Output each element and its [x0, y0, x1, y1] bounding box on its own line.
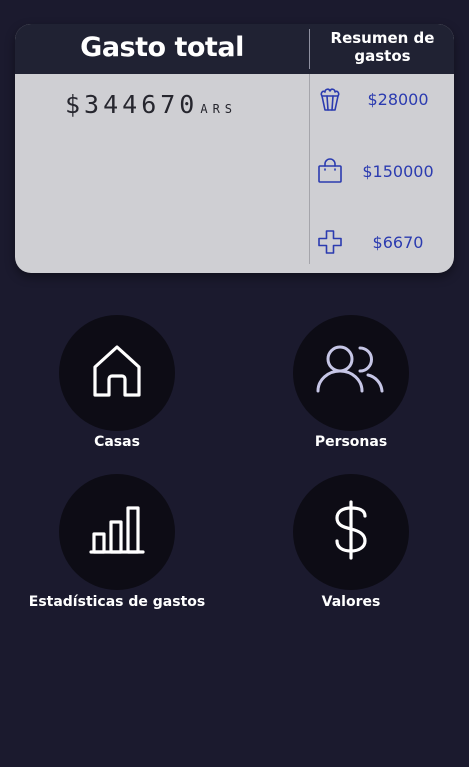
dollar-icon — [329, 500, 373, 564]
summary-row-entertainment[interactable]: $28000 — [315, 84, 451, 114]
total-amount-value: $344670 — [65, 90, 199, 119]
health-cross-icon — [315, 227, 345, 257]
bar-chart-icon — [89, 504, 145, 560]
body-divider — [309, 74, 310, 264]
summary-amount-health: $6670 — [372, 232, 424, 252]
total-expense-title: Gasto total — [80, 31, 244, 63]
summary-amount-entertainment: $28000 — [367, 89, 429, 109]
popcorn-icon — [315, 84, 345, 114]
expense-summary-title: Resumen de gastos — [330, 29, 435, 65]
summary-amount-shopping: $150000 — [362, 161, 434, 181]
header-divider — [309, 29, 310, 69]
values-button[interactable] — [293, 474, 409, 590]
summary-row-health[interactable]: $6670 — [315, 227, 451, 257]
houses-label: Casas — [94, 434, 140, 450]
users-icon — [316, 343, 386, 403]
people-label: Personas — [314, 434, 388, 450]
values-label: Valores — [321, 594, 381, 610]
shopping-bag-icon — [315, 156, 345, 186]
expense-summary-card: Gasto total Resumen de gastos $344670 ARS… — [15, 24, 454, 273]
summary-row-shopping[interactable]: $150000 — [315, 156, 451, 186]
total-amount: $344670 ARS — [65, 90, 237, 119]
expense-statistics-label: Estadísticas de gastos — [28, 594, 206, 610]
houses-button[interactable] — [59, 315, 175, 431]
currency-code: ARS — [200, 102, 238, 116]
home-icon — [89, 343, 145, 403]
people-button[interactable] — [293, 315, 409, 431]
expense-statistics-button[interactable] — [59, 474, 175, 590]
